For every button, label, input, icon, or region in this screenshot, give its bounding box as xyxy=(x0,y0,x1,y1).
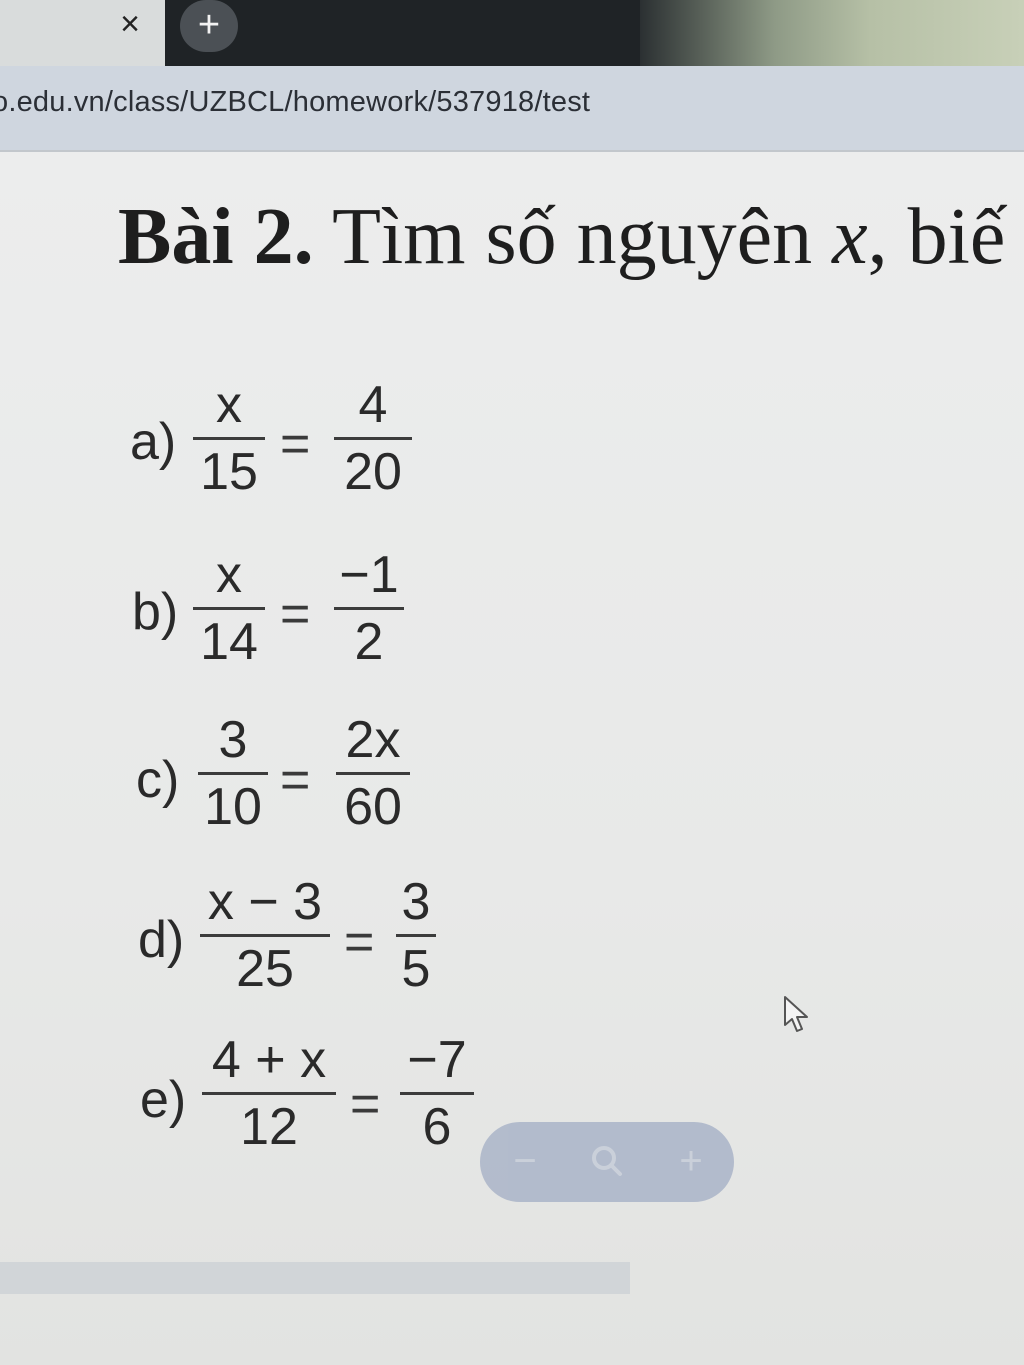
problem-label: b) xyxy=(132,583,179,641)
numerator: x xyxy=(216,546,242,604)
left-fraction: x 15 xyxy=(193,377,265,500)
fraction-bar xyxy=(396,934,436,937)
denominator: 20 xyxy=(344,443,402,501)
right-fraction: 3 5 xyxy=(396,874,436,997)
numerator: −1 xyxy=(339,546,399,604)
fraction-bar xyxy=(334,607,404,610)
numerator: 3 xyxy=(218,711,248,769)
fraction-bar xyxy=(336,772,410,775)
heading-text-tail: , biế xyxy=(867,193,1006,281)
denominator: 12 xyxy=(240,1098,298,1156)
problem-label: d) xyxy=(138,911,185,969)
left-fraction: x − 3 25 xyxy=(200,874,330,997)
numerator: x xyxy=(216,376,242,434)
mouse-pointer-icon xyxy=(784,996,808,1032)
numerator: 2x xyxy=(345,711,401,769)
fraction-bar xyxy=(200,934,330,937)
fraction-bar xyxy=(198,772,268,775)
heading-text: Tìm số nguyên xyxy=(332,193,813,281)
numerator: x − 3 xyxy=(207,873,323,931)
left-fraction: 4 + x 12 xyxy=(202,1032,336,1155)
equals-sign: = xyxy=(280,751,311,809)
denominator: 10 xyxy=(204,778,262,836)
problem-label: c) xyxy=(136,751,180,809)
denominator: 14 xyxy=(200,613,258,671)
tab-bar: × + xyxy=(0,0,1024,66)
left-fraction: 3 10 xyxy=(198,712,268,835)
equals-sign: = xyxy=(280,585,311,643)
page-content: Bài 2. Tìm số nguyên x, biế a) x 15 = 4 … xyxy=(0,152,1024,1365)
fraction-bar xyxy=(334,437,412,440)
magnifier-icon[interactable] xyxy=(582,1136,632,1186)
horizontal-scrollbar[interactable] xyxy=(0,1262,630,1294)
address-bar[interactable]: o.edu.vn/class/UZBCL/homework/537918/tes… xyxy=(0,66,1024,152)
tab-strip-blurred xyxy=(640,0,1024,66)
equals-sign: = xyxy=(280,415,311,473)
equals-sign: = xyxy=(350,1075,381,1133)
problem-label: e) xyxy=(140,1071,187,1129)
fraction-bar xyxy=(202,1092,336,1095)
denominator: 2 xyxy=(354,613,384,671)
denominator: 6 xyxy=(422,1098,452,1156)
close-tab-icon[interactable]: × xyxy=(110,4,150,44)
denominator: 5 xyxy=(401,940,431,998)
zoom-in-button[interactable]: + xyxy=(666,1136,716,1186)
url-text[interactable]: o.edu.vn/class/UZBCL/homework/537918/tes… xyxy=(0,86,590,119)
zoom-out-button[interactable]: − xyxy=(500,1136,550,1186)
numerator: 4 + x xyxy=(211,1031,327,1089)
fraction-bar xyxy=(193,607,265,610)
right-fraction: 4 20 xyxy=(334,377,412,500)
right-fraction: −1 2 xyxy=(334,547,404,670)
left-fraction: x 14 xyxy=(193,547,265,670)
fraction-bar xyxy=(400,1092,474,1095)
denominator: 60 xyxy=(344,778,402,836)
right-fraction: −7 6 xyxy=(400,1032,474,1155)
heading-variable: x xyxy=(832,193,868,281)
numerator: 4 xyxy=(358,376,388,434)
zoom-controls: − + xyxy=(480,1122,734,1202)
numerator: −7 xyxy=(407,1031,467,1089)
fraction-bar xyxy=(193,437,265,440)
exercise-number: Bài 2. xyxy=(118,193,314,281)
problem-label: a) xyxy=(130,413,177,471)
exercise-heading: Bài 2. Tìm số nguyên x, biế xyxy=(118,192,1005,283)
equals-sign: = xyxy=(344,913,375,971)
denominator: 15 xyxy=(200,443,258,501)
right-fraction: 2x 60 xyxy=(336,712,410,835)
new-tab-button[interactable]: + xyxy=(180,0,238,52)
numerator: 3 xyxy=(401,873,431,931)
denominator: 25 xyxy=(236,940,294,998)
